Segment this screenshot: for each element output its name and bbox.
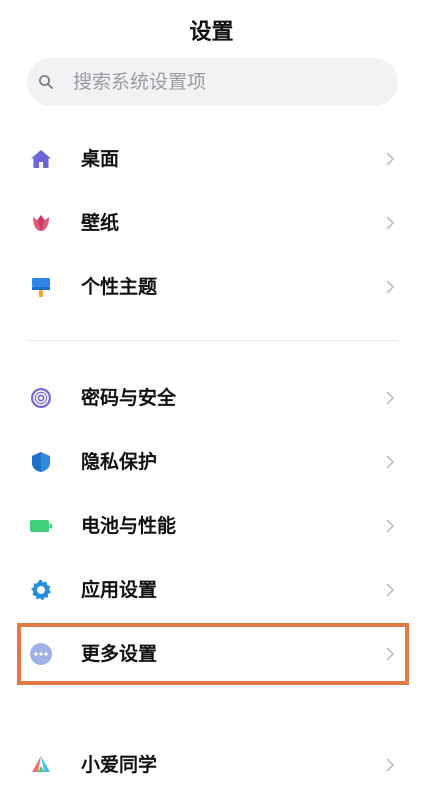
home-icon — [31, 150, 51, 168]
settings-item-desktop[interactable]: 桌面 — [0, 130, 423, 188]
tulip-icon — [33, 215, 49, 231]
settings-item-label: 桌面 — [81, 148, 120, 170]
search-placeholder: 搜索系统设置项 — [73, 71, 207, 93]
chevron-right-icon — [386, 216, 395, 230]
settings-item-themes[interactable]: 个性主题 — [0, 258, 423, 316]
settings-item-app-settings[interactable]: 应用设置 — [0, 561, 423, 619]
shield-icon — [32, 452, 50, 472]
chevron-right-icon — [386, 152, 395, 166]
settings-item-password-security[interactable]: 密码与安全 — [0, 369, 423, 427]
gear-icon — [31, 579, 51, 601]
chevron-right-icon — [386, 455, 395, 469]
page-title: 设置 — [189, 20, 234, 45]
fingerprint-icon — [31, 388, 51, 408]
settings-item-battery-performance[interactable]: 电池与性能 — [0, 497, 423, 555]
settings-item-label: 电池与性能 — [81, 515, 177, 537]
settings-item-label: 壁纸 — [81, 212, 120, 234]
settings-item-label: 个性主题 — [81, 276, 158, 298]
battery-icon — [30, 520, 52, 532]
settings-item-label: 小爱同学 — [81, 754, 158, 776]
chevron-right-icon — [386, 280, 395, 294]
settings-item-label: 密码与安全 — [81, 387, 177, 409]
chevron-right-icon — [386, 519, 395, 533]
settings-item-xiaoai[interactable]: 小爱同学 — [0, 736, 423, 794]
settings-item-wallpaper[interactable]: 壁纸 — [0, 194, 423, 252]
section-divider — [27, 340, 398, 341]
search-icon — [39, 75, 53, 89]
chevron-right-icon — [386, 391, 395, 405]
settings-item-label: 隐私保护 — [81, 451, 158, 473]
xiaoai-icon — [32, 756, 50, 772]
chevron-right-icon — [386, 583, 395, 597]
paint-roller-icon — [32, 278, 50, 297]
search-bar[interactable]: 搜索系统设置项 — [27, 58, 398, 106]
settings-item-privacy[interactable]: 隐私保护 — [0, 433, 423, 491]
settings-item-label: 应用设置 — [81, 579, 158, 601]
highlight-box — [17, 623, 409, 685]
chevron-right-icon — [386, 758, 395, 772]
